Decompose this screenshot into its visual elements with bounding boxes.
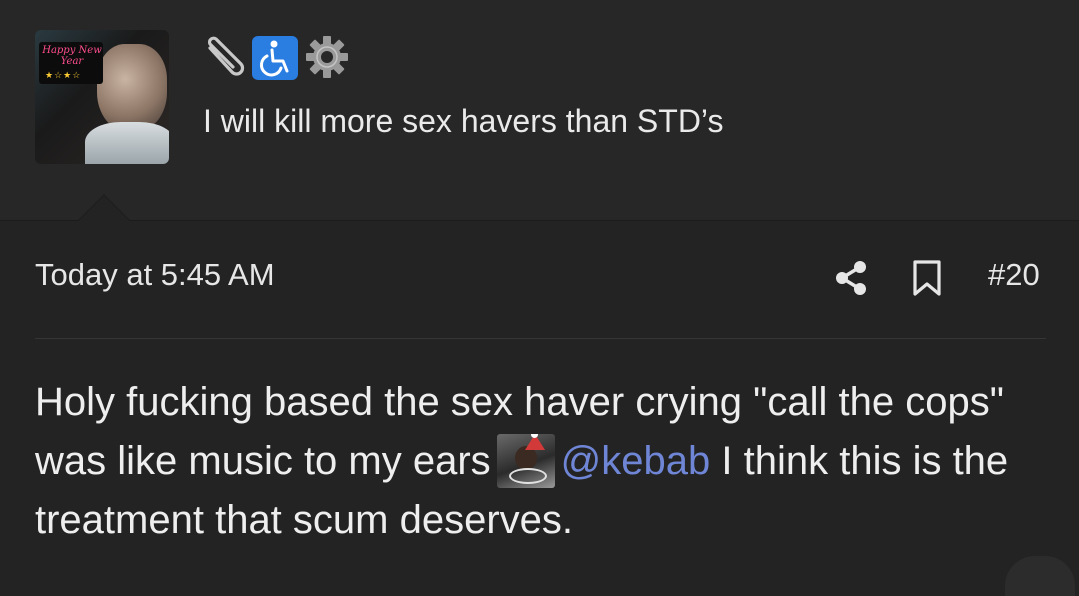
header-pointer-inner [79, 196, 129, 221]
post-timestamp[interactable]: Today at 5:45 AM [35, 257, 275, 293]
avatar-stars: ★☆★☆ [45, 70, 82, 80]
bookmark-button[interactable] [912, 259, 942, 297]
bookmark-icon [913, 260, 941, 296]
avatar-neon-text: Happy New Year [42, 45, 102, 67]
floating-action-button[interactable] [1005, 556, 1075, 596]
user-mention-link[interactable]: @kebab [561, 439, 711, 483]
share-icon [836, 261, 866, 295]
avatar[interactable]: Happy New Year ★☆★☆ [35, 30, 169, 164]
wheelchair-icon [252, 36, 298, 80]
user-signature: I will kill more sex havers than STD’s [203, 103, 724, 139]
avatar-face [97, 44, 167, 132]
post-body: Holy fucking based the sex haver crying … [35, 373, 1045, 550]
custom-emoji-image[interactable] [496, 434, 555, 488]
post-number-link[interactable]: #20 [988, 257, 1040, 293]
avatar-shirt [85, 122, 169, 164]
header-divider [0, 220, 1079, 221]
gear-icon [304, 34, 350, 80]
paperclip-icon [202, 34, 248, 80]
post-divider [35, 338, 1046, 339]
share-button[interactable] [834, 260, 868, 296]
emoji-chain [508, 468, 547, 484]
